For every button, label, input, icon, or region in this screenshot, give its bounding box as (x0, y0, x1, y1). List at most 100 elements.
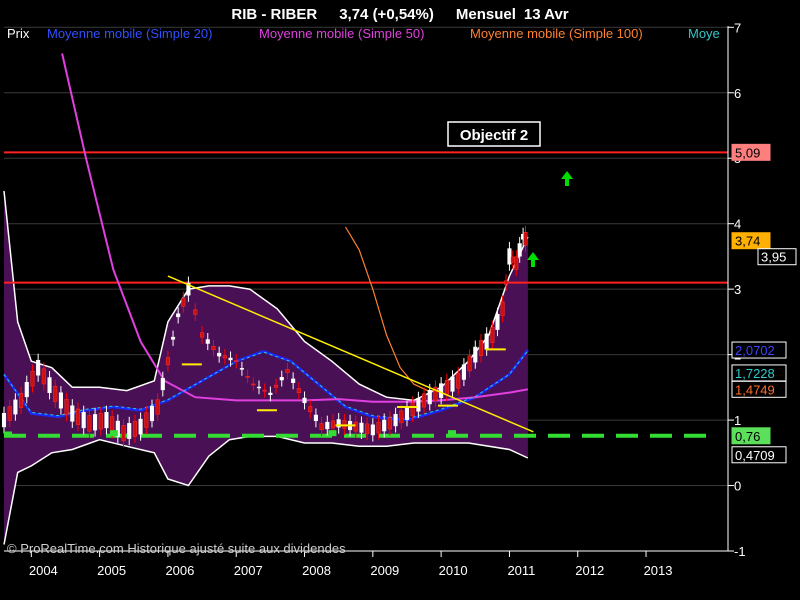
candle-body (510, 256, 515, 263)
candle-body (279, 376, 284, 381)
candle-body (325, 421, 330, 430)
candle-body (376, 422, 381, 434)
candle-body (165, 357, 170, 366)
candle-body (478, 340, 484, 356)
candle-body (387, 417, 392, 430)
y-tick-label: -1 (734, 544, 746, 559)
period-label: Mensuel (456, 6, 516, 23)
candle-body (75, 408, 81, 425)
candle-body (181, 297, 186, 307)
candle-body (176, 313, 181, 318)
axis-badge-label: 1,7228 (735, 366, 775, 381)
legend-ma50: Moyenne mobile (Simple 50) (259, 26, 424, 41)
candle-body (256, 386, 262, 389)
candle-body (211, 346, 216, 351)
objective-annotation: Objectif 2 (447, 121, 541, 147)
candle-body (500, 301, 505, 316)
candle-body (302, 397, 307, 404)
candle-body (319, 423, 324, 431)
candle-body (359, 422, 364, 433)
candle-body (370, 424, 375, 436)
candle-body (262, 389, 267, 392)
candle-body (138, 418, 143, 435)
axis-badge-label: 2,0702 (735, 343, 775, 358)
candle-body (132, 420, 137, 437)
candle-body (353, 421, 358, 432)
x-tick-label: 2012 (575, 563, 604, 578)
legend-truncated: Moye (688, 26, 720, 41)
y-tick-label: 1 (734, 413, 741, 428)
candle-body (24, 381, 29, 398)
support-marker (328, 430, 337, 437)
candle-body (517, 243, 522, 257)
candle-body (193, 309, 198, 315)
candle-body (450, 376, 455, 392)
legend-ma100: Moyenne mobile (Simple 100) (470, 26, 643, 41)
x-tick-label: 2010 (439, 563, 468, 578)
y-tick-label: 0 (734, 479, 741, 494)
candle-body (30, 370, 35, 387)
candle-body (222, 355, 227, 359)
candle-body (461, 364, 466, 380)
candle-body (127, 423, 132, 439)
candle-body (365, 423, 370, 434)
candle-body (19, 392, 24, 408)
legend-price: Prix (7, 26, 30, 41)
axis-badge-label: 0,4709 (735, 448, 775, 463)
candle-body (503, 280, 509, 285)
candle-body (239, 368, 244, 370)
candle-body (104, 412, 109, 429)
candle-body (422, 393, 427, 408)
candle-body (416, 398, 421, 412)
candle-body (507, 248, 512, 265)
y-tick-label: 4 (734, 217, 741, 232)
x-tick-label: 2008 (302, 563, 331, 578)
candle-body (7, 406, 12, 421)
candle-body (110, 416, 115, 433)
candle-body (514, 256, 519, 270)
date-label: 13 Avr (524, 6, 569, 23)
candle-body (149, 405, 155, 422)
x-tick-label: 2004 (29, 563, 58, 578)
y-tick-label: 7 (734, 20, 741, 35)
candle-body (205, 339, 210, 344)
candle-body (70, 405, 75, 422)
candle-body (245, 376, 250, 378)
candle-body (330, 420, 336, 429)
candle-body (144, 412, 149, 428)
candle-body (313, 414, 318, 422)
candle-body (399, 410, 404, 424)
candle-body (495, 313, 500, 330)
candle-body (467, 355, 472, 372)
x-tick-label: 2013 (644, 563, 673, 578)
candle-body (81, 411, 86, 429)
candle-body (410, 402, 415, 416)
candle-body (393, 413, 398, 427)
candle-body (155, 399, 160, 415)
candle-body (473, 346, 478, 363)
candle-body (439, 383, 444, 398)
axis-badge-label: 3,74 (735, 234, 760, 249)
candle-body (251, 383, 256, 386)
support-marker (4, 431, 12, 438)
candle-body (93, 414, 98, 431)
x-tick-label: 2007 (234, 563, 263, 578)
axis-badge-label: 3,95 (761, 250, 786, 265)
axis-badge-label: 5,09 (735, 145, 760, 160)
candle-body (1, 412, 7, 428)
candle-body (234, 360, 239, 363)
candle-body (456, 373, 461, 389)
candle-body (87, 415, 92, 432)
legend: Prix Moyenne mobile (Simple 20) Moyenne … (7, 26, 720, 41)
chart-canvas: -101234567 20042005200620072008200920102… (0, 0, 800, 600)
chart-background (0, 0, 800, 600)
candle-body (523, 231, 528, 246)
candle-body (490, 326, 495, 343)
candle-body (41, 368, 46, 385)
candle-body (404, 407, 410, 420)
support-marker (447, 430, 456, 437)
candle-body (170, 336, 176, 340)
y-tick-label: 3 (734, 282, 741, 297)
candle-body (427, 390, 432, 405)
x-tick-label: 2009 (370, 563, 399, 578)
